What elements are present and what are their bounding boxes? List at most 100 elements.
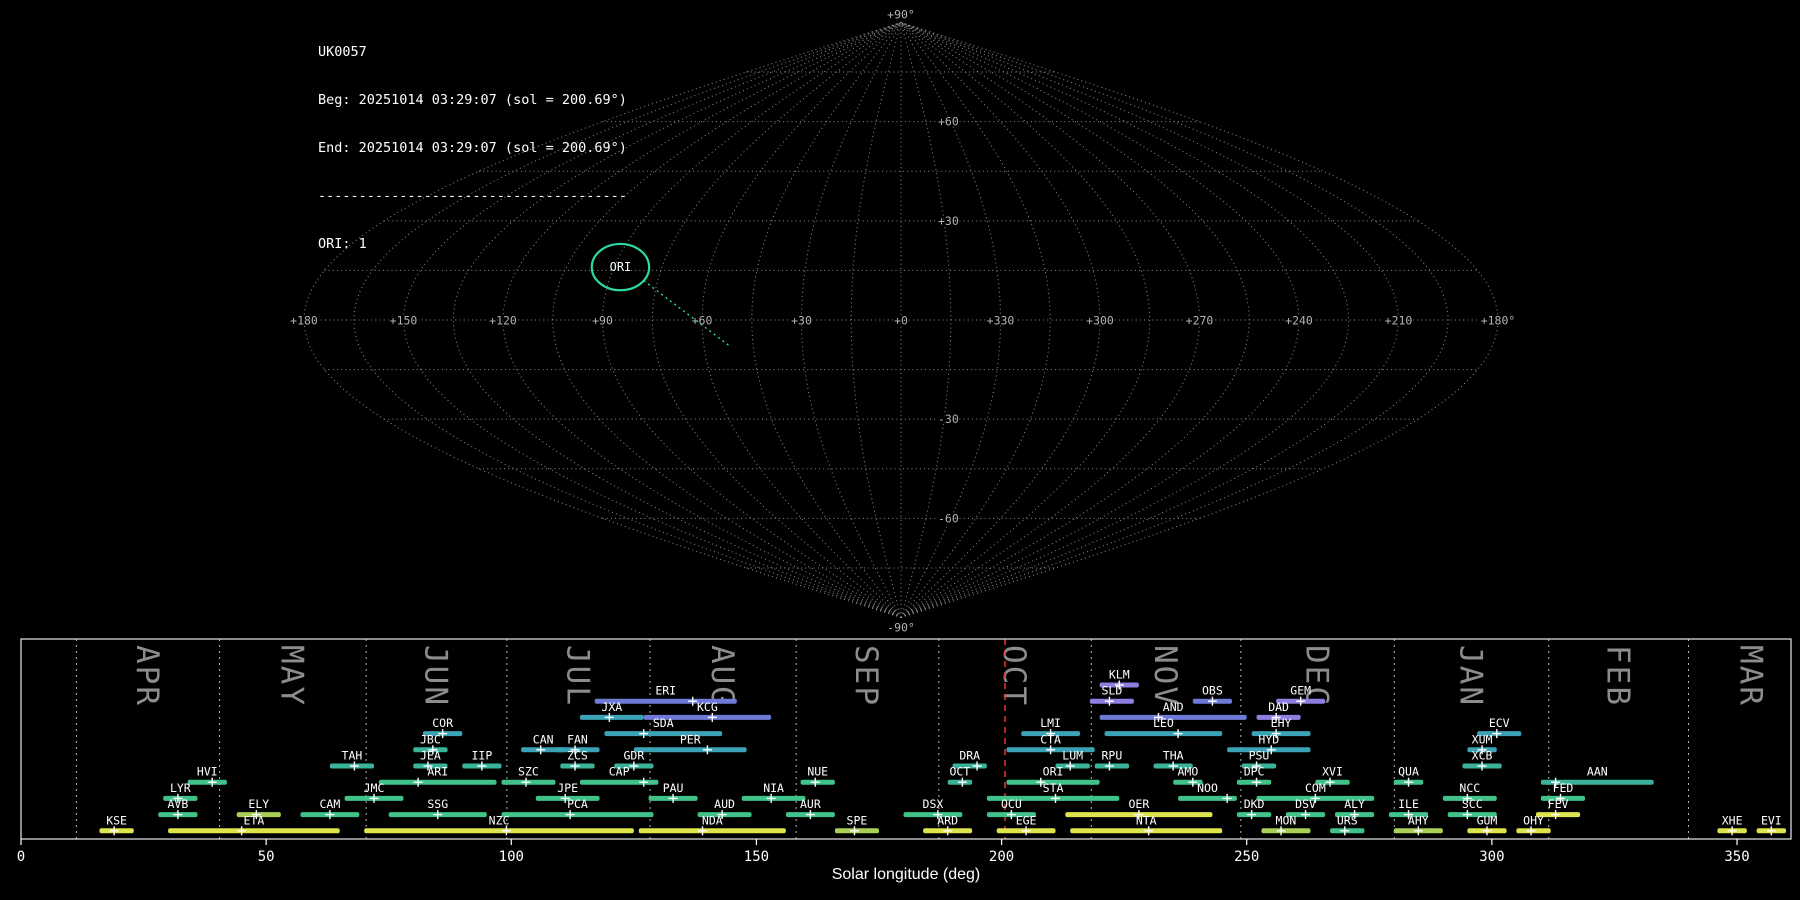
shower-label: DSV	[1295, 797, 1316, 811]
map-longitude-label: +150	[390, 314, 418, 328]
shower-label: COR	[432, 716, 453, 730]
shower-label: COM	[1305, 781, 1326, 795]
x-axis-tick-label: 200	[989, 849, 1014, 865]
shower-label: RPU	[1102, 749, 1123, 763]
shower-label: SLD	[1102, 684, 1123, 698]
shower-label: EVI	[1761, 813, 1782, 827]
map-longitude-label: +180°	[1481, 314, 1516, 328]
shower-label: ETA	[243, 813, 264, 827]
map-meridian	[651, 22, 902, 618]
shower-bar	[501, 812, 654, 818]
map-longitude-label: +240	[1285, 314, 1313, 328]
meteor-activity-screen: UK0057 Beg: 20251014 03:29:07 (sol = 200…	[0, 0, 1800, 900]
shower-label: ARI	[427, 765, 448, 779]
map-latitude-label: +60	[938, 115, 959, 129]
shower-label: EGE	[1016, 813, 1037, 827]
shower-label: FED	[1553, 781, 1574, 795]
x-axis-tick-label: 0	[17, 849, 25, 865]
shower-label: OCU	[1001, 797, 1022, 811]
shower-label: AUR	[800, 797, 821, 811]
shower-label: XUM	[1472, 732, 1493, 746]
shower-label: ILE	[1398, 797, 1419, 811]
month-label: MAR	[1733, 645, 1769, 707]
radiant-drift-line	[643, 280, 731, 348]
month-label: JAN	[1452, 645, 1488, 707]
shower-label: AMO	[1177, 765, 1198, 779]
shower-bar	[1261, 828, 1311, 834]
shower-bar	[364, 828, 634, 834]
shower-bar	[604, 731, 723, 737]
radiant-label: ORI	[610, 260, 632, 274]
shower-bar	[168, 828, 340, 834]
shower-label: OHY	[1523, 813, 1544, 827]
month-label: FEB	[1599, 645, 1635, 707]
shower-label: KLM	[1109, 668, 1130, 682]
shower-label: ALY	[1344, 797, 1365, 811]
map-longitude-label: +30	[791, 314, 812, 328]
shower-label: ECV	[1489, 716, 1510, 730]
x-axis-tick-label: 250	[1234, 849, 1259, 865]
shower-label: KCG	[697, 700, 718, 714]
shower-label: FAN	[567, 732, 588, 746]
shower-label: OBS	[1202, 684, 1223, 698]
shower-label: AHY	[1408, 813, 1429, 827]
shower-label: AND	[1163, 700, 1184, 714]
map-pole-label-south: -90°	[887, 621, 915, 635]
shower-label: ELY	[248, 797, 269, 811]
shower-label: FEV	[1548, 797, 1569, 811]
shower-label: JXA	[601, 700, 622, 714]
shower-label: THA	[1163, 749, 1184, 763]
shower-label: NDA	[702, 813, 723, 827]
shower-label: AUD	[714, 797, 735, 811]
month-label: SEP	[848, 645, 884, 707]
map-longitude-label: +90	[592, 314, 613, 328]
map-longitude-label: +210	[1385, 314, 1413, 328]
shower-label: OCT	[950, 765, 971, 779]
month-label: JUN	[417, 645, 453, 707]
shower-label: DPC	[1244, 765, 1265, 779]
month-label: MAY	[274, 645, 310, 707]
map-longitude-label: +0	[894, 314, 908, 328]
shower-label: ERI	[655, 684, 676, 698]
map-longitude-label: +60	[692, 314, 713, 328]
shower-bar	[378, 779, 497, 785]
map-longitude-label: +270	[1186, 314, 1214, 328]
x-axis-tick-label: 350	[1724, 849, 1749, 865]
shower-bar	[187, 779, 227, 785]
x-axis-tick-label: 300	[1479, 849, 1504, 865]
shower-label: CTA	[1040, 732, 1061, 746]
shower-label: NUE	[807, 765, 828, 779]
map-longitude-label: +120	[489, 314, 517, 328]
activity-timeline-chart: APR MAY JUN JUL AUG SEP OCT NOV DEC JAN FEB MARKLME…	[17, 638, 1792, 883]
x-axis-tick-label: 100	[499, 849, 524, 865]
month-label: OCT	[996, 645, 1032, 707]
radiant-sky-map: +90° -90° +60 +30 -30 -60 +180 +150 +120 +90 +60 +3…	[289, 6, 1517, 636]
shower-label: DAD	[1268, 700, 1289, 714]
shower-label: GDR	[623, 749, 644, 763]
map-pole-label-north: +90°	[887, 7, 915, 21]
shower-label: ORI	[1043, 765, 1064, 779]
x-axis-tick-label: 50	[258, 849, 275, 865]
shower-label: NCC	[1459, 781, 1480, 795]
shower-label: CAM	[319, 797, 340, 811]
shower-label: SPE	[847, 813, 868, 827]
shower-label: HVI	[197, 765, 218, 779]
shower-label: AVB	[168, 797, 189, 811]
shower-label: SDA	[653, 716, 674, 730]
shower-label: NZC	[489, 813, 510, 827]
map-latitude-label: +30	[938, 214, 959, 228]
plot-canvas: +90° -90° +60 +30 -30 -60 +180 +150 +120 +90 +60 +3…	[17, 6, 1792, 883]
shower-label: SSG	[427, 797, 448, 811]
shower-bar	[633, 747, 747, 753]
shower-label: SCC	[1462, 797, 1483, 811]
shower-label: JBC	[420, 732, 441, 746]
map-longitude-label: +180	[290, 314, 318, 328]
shower-label: STA	[1043, 781, 1064, 795]
shower-label: CAP	[609, 765, 630, 779]
shower-label: SZC	[518, 765, 539, 779]
shower-label: DRA	[959, 749, 980, 763]
month-label: NOV	[1147, 645, 1183, 707]
shower-label: PCA	[567, 797, 588, 811]
shower-label: GEM	[1290, 684, 1311, 698]
shower-label: LMI	[1040, 716, 1061, 730]
